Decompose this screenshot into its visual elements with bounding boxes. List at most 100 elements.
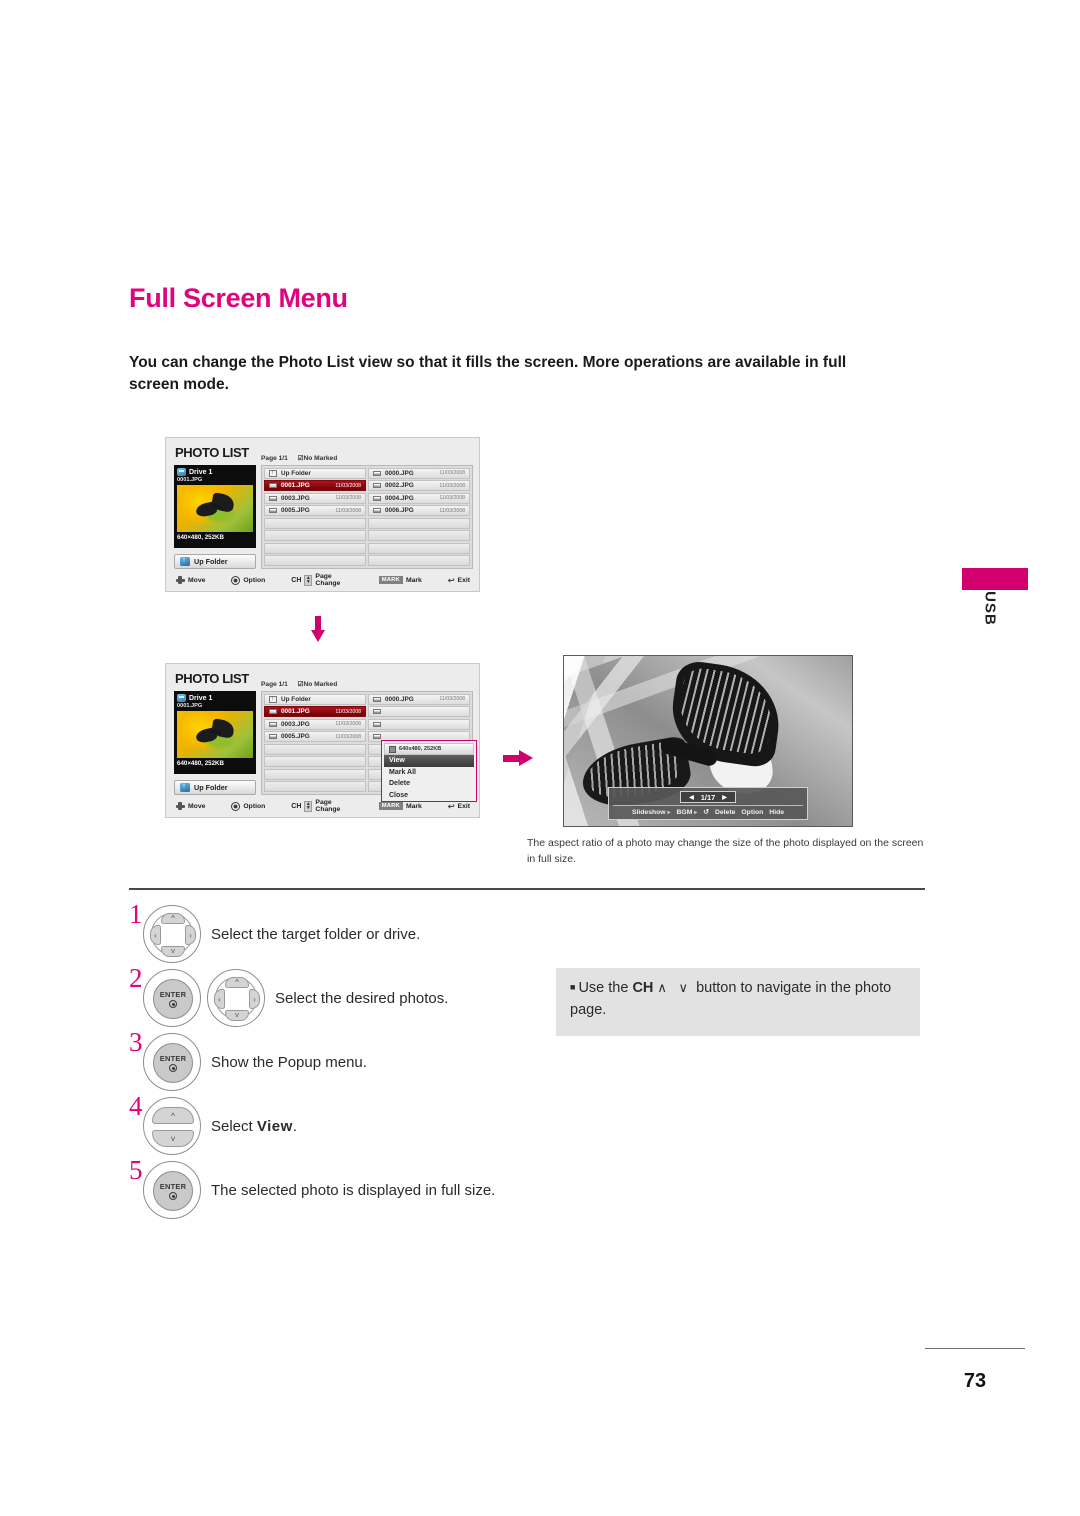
up-folder-button-1[interactable]: Up Folder <box>174 554 256 569</box>
popup-header: 640x480, 252KB <box>384 743 474 755</box>
nav-right-icon[interactable]: › <box>185 925 196 945</box>
drive-icon-1 <box>177 468 186 476</box>
osd-button-slideshow[interactable]: Slideshow ▸ <box>632 809 671 816</box>
table-row-empty <box>264 743 366 755</box>
file-date: 11/03/2008 <box>335 507 361 514</box>
table-row[interactable]: 0004.JPG 11/03/2008 <box>368 492 470 504</box>
file-date: 11/03/2008 <box>439 696 465 703</box>
file-icon <box>373 696 381 702</box>
up-folder-button-2[interactable]: Up Folder <box>174 780 256 795</box>
step-number: 3 <box>129 1027 143 1057</box>
file-date: 11/03/2008 <box>335 482 361 489</box>
popup-item-mark-all[interactable]: Mark All <box>384 767 474 779</box>
enter-button[interactable]: ENTER <box>143 1033 201 1091</box>
hint-label: Option <box>243 576 266 584</box>
option-circle-icon <box>231 801 241 811</box>
file-date: 11/03/2008 <box>335 721 361 728</box>
nav-up-icon[interactable]: ^ <box>225 977 249 988</box>
nav-left-icon[interactable]: ‹ <box>214 989 225 1009</box>
table-row[interactable]: 0003.JPG 11/03/2008 <box>264 492 366 504</box>
file-row-up-folder-2[interactable]: Up Folder <box>264 694 366 705</box>
step-number: 5 <box>129 1155 143 1185</box>
table-row[interactable]: 0006.JPG 11/03/2008 <box>368 505 470 517</box>
prev-photo-icon[interactable]: ◀ <box>689 794 694 801</box>
drive-preview-panel-1: Drive 1 0001.JPG 640×480, 252KB <box>174 465 256 548</box>
tv-title-1: PHOTO LIST <box>175 445 249 460</box>
file-list-1: Up Folder 0001.JPG 11/03/2008 0003.JPG 1… <box>261 465 473 569</box>
ch-updown-icon: ▲ ▼ <box>304 574 313 586</box>
osd-button-delete[interactable]: Delete <box>715 809 735 816</box>
drive-current-file-1: 0001.JPG <box>177 477 203 483</box>
next-photo-icon[interactable]: ▶ <box>722 794 727 801</box>
drive-preview-panel-2: Drive 1 0001.JPG 640×480, 252KB <box>174 691 256 774</box>
ch-updown-icon: ▲ ▼ <box>304 800 313 812</box>
file-date: 11/03/2008 <box>439 507 465 514</box>
nav-right-icon[interactable]: › <box>249 989 260 1009</box>
table-row[interactable]: 0005.JPG 11/03/2008 <box>264 505 366 517</box>
table-row[interactable]: 0001.JPG 11/03/2008 <box>264 480 366 492</box>
page-title: Full Screen Menu <box>129 283 348 313</box>
table-row-empty <box>264 530 366 542</box>
hint-exit-2: ↩ Exit <box>448 802 470 811</box>
rocker-up-icon[interactable]: ^ <box>152 1107 194 1124</box>
step-number: 2 <box>129 963 143 993</box>
nav-pad-button[interactable]: ^ ˅ ‹ › <box>207 969 265 1027</box>
popup-item-delete[interactable]: Delete <box>384 778 474 790</box>
enter-button[interactable]: ENTER <box>143 969 201 1027</box>
osd-button-rotate[interactable]: ↺ <box>703 808 709 816</box>
table-row[interactable]: 0000.JPG 11/03/2008 <box>368 694 470 705</box>
table-row[interactable] <box>368 718 470 730</box>
enter-button[interactable]: ENTER <box>143 1161 201 1219</box>
folder-up-icon-2 <box>269 695 277 703</box>
table-row[interactable]: 0000.JPG 11/03/2008 <box>368 468 470 479</box>
up-folder-label-2: Up Folder <box>194 783 228 792</box>
note-chevrons: ∧ ∨ <box>657 980 693 995</box>
osd-button-bgm[interactable]: BGM ▸ <box>677 809 698 816</box>
file-name: 0000.JPG <box>385 695 414 703</box>
bullet-icon: ■ <box>570 982 576 993</box>
file-icon <box>269 495 277 501</box>
file-icon <box>269 483 277 489</box>
step-text: Show the Popup menu. <box>211 1053 367 1071</box>
table-row[interactable] <box>368 706 470 718</box>
tv-page-info-1: Page 1/1 ☑No Marked <box>261 454 337 462</box>
osd-button-option[interactable]: Option <box>741 809 763 816</box>
file-list-left-column-2: Up Folder 0001.JPG 11/03/2008 0003.JPG 1… <box>264 694 366 792</box>
nav-left-icon[interactable]: ‹ <box>150 925 161 945</box>
nav-pad-button[interactable]: ^ ˅ ‹ › <box>143 905 201 963</box>
section-divider <box>129 888 925 890</box>
file-icon <box>269 734 277 740</box>
step-text-pre: Select <box>211 1117 257 1135</box>
list-item: 2 ENTER ^ ˅ ‹ › Select the desired photo… <box>129 965 599 1027</box>
file-date: 11/03/2008 <box>439 470 465 477</box>
table-row[interactable]: 0003.JPG 11/03/2008 <box>264 718 366 730</box>
note-key: CH <box>632 980 654 996</box>
popup-item-view[interactable]: View <box>384 755 474 767</box>
option-circle-icon <box>231 575 241 585</box>
mark-key-icon: MARK <box>378 802 403 810</box>
tv-title-2: PHOTO LIST <box>175 671 249 686</box>
photo-counter: 1/17 <box>700 792 716 802</box>
table-row[interactable]: 0002.JPG 11/03/2008 <box>368 480 470 492</box>
hint-label: Move <box>188 802 206 810</box>
table-row-empty <box>264 756 366 768</box>
file-name: 0001.JPG <box>281 708 310 716</box>
hint-exit-1: ↩ Exit <box>448 576 470 585</box>
step-number: 4 <box>129 1091 143 1121</box>
file-row-up-folder-1[interactable]: Up Folder <box>264 468 366 479</box>
popup-item-close[interactable]: Close <box>384 790 474 802</box>
hint-move-1: Move <box>175 576 205 585</box>
nav-up-icon[interactable]: ^ <box>161 913 185 924</box>
table-row[interactable]: 0005.JPG 11/03/2008 <box>264 731 366 743</box>
note-box: ■ Use the CH ∧ ∨ button to navigate in th… <box>556 968 920 1036</box>
tv-hint-bar-1: Move Option CH ▲ ▼ Page Change MARK Mark … <box>166 573 479 587</box>
intro-paragraph: You can change the Photo List view so th… <box>129 354 847 394</box>
nav-down-icon[interactable]: ˅ <box>161 946 185 957</box>
osd-button-hide[interactable]: Hide <box>769 809 784 816</box>
rocker-down-icon[interactable]: ˅ <box>152 1130 194 1147</box>
nav-down-icon[interactable]: ˅ <box>225 1010 249 1021</box>
popup-menu: 640x480, 252KB View Mark All Delete Clos… <box>381 740 477 802</box>
table-row[interactable]: 0001.JPG 11/03/2008 <box>264 706 366 718</box>
hint-label: Page Change <box>315 573 341 587</box>
up-down-rocker-button[interactable]: ^ ˅ <box>143 1097 201 1155</box>
